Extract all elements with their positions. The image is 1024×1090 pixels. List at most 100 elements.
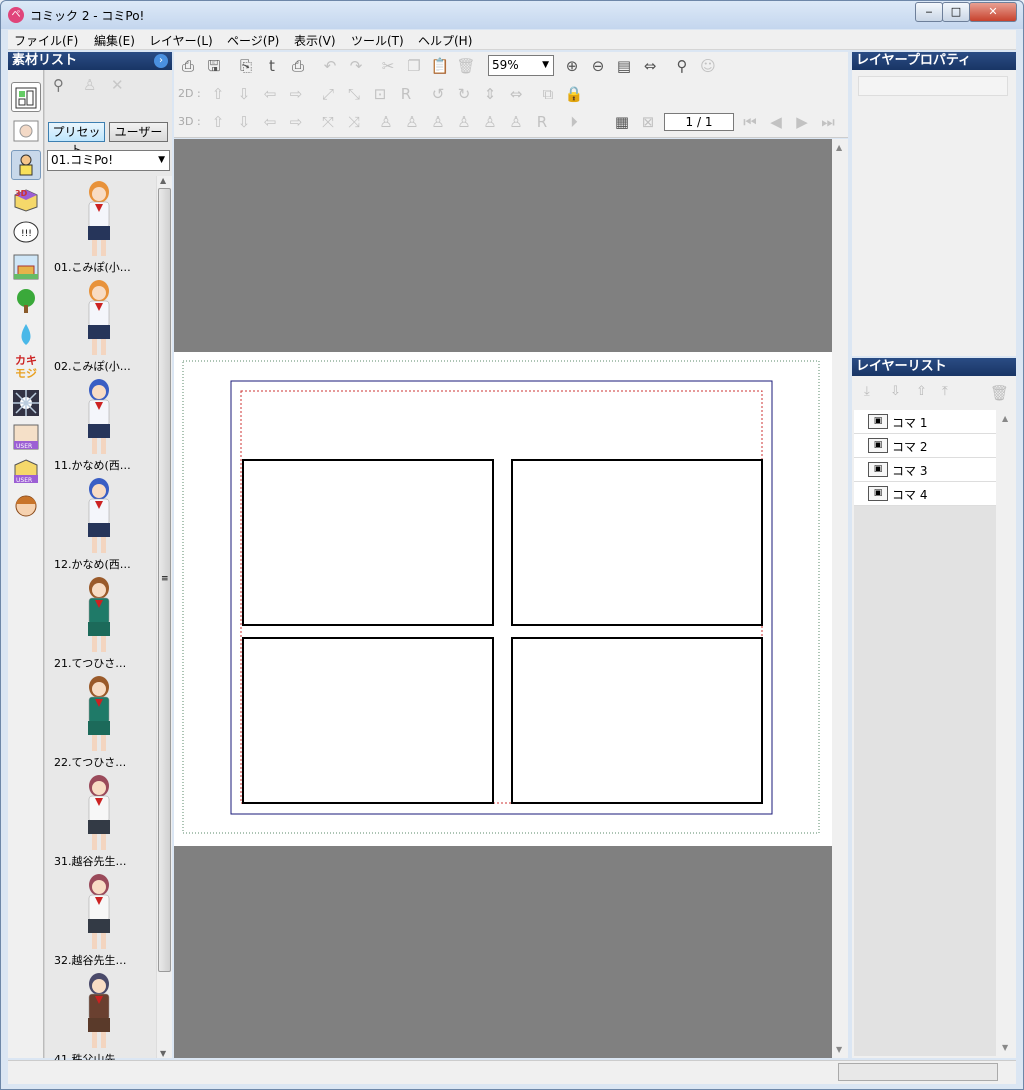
- material-list-scrollbar[interactable]: ▲ ≡ ▼: [156, 176, 172, 1058]
- speech-balloon-icon[interactable]: !!!: [11, 218, 41, 248]
- fit-width-icon[interactable]: ⇔: [640, 56, 660, 76]
- trash-icon[interactable]: 🗑: [456, 56, 476, 76]
- layer-delete-icon[interactable]: 🗑: [990, 384, 1009, 402]
- character-icon[interactable]: [11, 150, 41, 180]
- page-indicator[interactable]: 1 / 1: [664, 113, 734, 131]
- canvas-scrollbar[interactable]: ▲ ▼: [832, 139, 848, 1058]
- reset-3d-icon[interactable]: R: [532, 112, 552, 132]
- pose-1-icon[interactable]: ♙: [376, 112, 396, 132]
- user-3d-icon[interactable]: USER: [11, 456, 41, 486]
- rotate-right-icon[interactable]: ↻: [454, 84, 474, 104]
- next-page-icon[interactable]: ▶: [792, 112, 812, 132]
- add-page-icon[interactable]: ▦: [612, 112, 632, 132]
- copy-icon[interactable]: ❐: [404, 56, 424, 76]
- preset-button[interactable]: プリセット: [48, 122, 105, 157]
- layer-item-1[interactable]: ▣ コマ 1: [854, 410, 996, 434]
- layer-item-4[interactable]: ▣ コマ 4: [854, 482, 996, 506]
- layer-down-icon[interactable]: ⇩: [890, 384, 901, 399]
- layer-item-3[interactable]: ▣ コマ 3: [854, 458, 996, 482]
- tilt-down-icon[interactable]: ⇩: [234, 112, 254, 132]
- pose-6-icon[interactable]: ♙: [506, 112, 526, 132]
- bring-front-icon[interactable]: ⧉: [538, 84, 558, 104]
- print-icon[interactable]: ⎙: [288, 56, 308, 76]
- last-page-icon[interactable]: ⏭: [818, 112, 838, 132]
- turn-right-icon[interactable]: ⇨: [286, 112, 306, 132]
- fit-page-icon[interactable]: ▤: [614, 56, 634, 76]
- zoom-select[interactable]: 59% ▼: [488, 55, 554, 76]
- menu-tools[interactable]: ツール(T): [351, 32, 404, 49]
- menu-view[interactable]: 表示(V): [294, 32, 336, 49]
- zoom-3d-out-icon[interactable]: ⤨: [344, 112, 364, 132]
- edit-character-icon[interactable]: ♙: [83, 76, 96, 94]
- panel-collapse-icon[interactable]: ›: [154, 54, 168, 68]
- 3d-object-icon[interactable]: 3D: [11, 184, 41, 214]
- open-icon[interactable]: ⎙: [178, 56, 198, 76]
- turn-left-icon[interactable]: ⇦: [260, 112, 280, 132]
- layer-item-2[interactable]: ▣ コマ 2: [854, 434, 996, 458]
- tree-icon[interactable]: [11, 286, 41, 316]
- menu-help[interactable]: ヘルプ(H): [418, 32, 472, 49]
- material-set-select[interactable]: 01.コミPo! ▼: [47, 150, 170, 171]
- flip-horizontal-icon[interactable]: ⇔: [506, 84, 526, 104]
- zoom-out-icon[interactable]: ⊖: [588, 56, 608, 76]
- comic-canvas[interactable]: [174, 139, 832, 1058]
- character-item[interactable]: 41.秩父山先…: [45, 968, 155, 1060]
- menu-file[interactable]: ファイル(F): [14, 32, 78, 49]
- move-down-icon[interactable]: ⇩: [234, 84, 254, 104]
- character-item[interactable]: 01.こみぽ(小…: [45, 176, 155, 275]
- menu-layer[interactable]: レイヤー(L): [149, 32, 213, 49]
- character-item[interactable]: 02.こみぽ(小…: [45, 275, 155, 374]
- move-right-icon[interactable]: ⇨: [286, 84, 306, 104]
- scale-up-icon[interactable]: ⤢: [318, 84, 338, 104]
- redo-icon[interactable]: ↷: [346, 56, 366, 76]
- pose-3-icon[interactable]: ♙: [428, 112, 448, 132]
- layer-up-icon[interactable]: ⇧: [916, 384, 927, 399]
- material-list-scroll-thumb[interactable]: ≡: [158, 188, 171, 972]
- play-icon[interactable]: ⏵: [564, 112, 584, 132]
- scale-down-icon[interactable]: ⤡: [344, 84, 364, 104]
- delete-material-icon[interactable]: ✕: [111, 76, 124, 94]
- delete-page-icon[interactable]: ⊠: [638, 112, 658, 132]
- cut-icon[interactable]: ✂: [378, 56, 398, 76]
- face-tool-icon[interactable]: ☺: [698, 56, 718, 76]
- scenery-icon[interactable]: [11, 252, 41, 282]
- effect-drop-icon[interactable]: [11, 320, 41, 350]
- twitter-icon[interactable]: t: [262, 56, 282, 76]
- property-field[interactable]: [858, 76, 1008, 96]
- user-button[interactable]: ユーザー: [109, 122, 168, 142]
- character-item[interactable]: 11.かなめ(西…: [45, 374, 155, 473]
- tilt-up-icon[interactable]: ⇧: [208, 112, 228, 132]
- close-button[interactable]: ✕: [969, 2, 1017, 22]
- menu-page[interactable]: ページ(P): [227, 32, 279, 49]
- prev-page-icon[interactable]: ◀: [766, 112, 786, 132]
- burst-effect-icon[interactable]: [11, 388, 41, 418]
- paste-icon[interactable]: 📋: [430, 56, 450, 76]
- menu-edit[interactable]: 編集(E): [94, 32, 135, 49]
- character-item[interactable]: 32.越谷先生…: [45, 869, 155, 968]
- pose-4-icon[interactable]: ♙: [454, 112, 474, 132]
- layer-top-icon[interactable]: ⤒: [942, 384, 948, 399]
- minimize-button[interactable]: ‒: [915, 2, 943, 22]
- character-tool-icon[interactable]: ⚲: [672, 56, 692, 76]
- face-icon[interactable]: [11, 490, 41, 520]
- onomatopoeia-icon[interactable]: カキ モジ: [11, 354, 41, 384]
- move-left-icon[interactable]: ⇦: [260, 84, 280, 104]
- lock-icon[interactable]: 🔒: [564, 84, 584, 104]
- fit-frame-icon[interactable]: ⊡: [370, 84, 390, 104]
- pose-5-icon[interactable]: ♙: [480, 112, 500, 132]
- character-item[interactable]: 21.てつひさ…: [45, 572, 155, 671]
- undo-icon[interactable]: ↶: [320, 56, 340, 76]
- character-item[interactable]: 31.越谷先生…: [45, 770, 155, 869]
- export-icon[interactable]: ⎘: [236, 56, 256, 76]
- background-icon[interactable]: [11, 116, 41, 146]
- layer-list-scrollbar[interactable]: ▲ ▼: [998, 410, 1014, 1056]
- rotate-left-icon[interactable]: ↺: [428, 84, 448, 104]
- character-item[interactable]: 22.てつひさ…: [45, 671, 155, 770]
- comic-page[interactable]: [174, 352, 832, 846]
- flip-vertical-icon[interactable]: ⇕: [480, 84, 500, 104]
- character-item[interactable]: 12.かなめ(西…: [45, 473, 155, 572]
- title-bar[interactable]: ペ コミック 2 - コミPo! ‒ □ ✕: [1, 1, 1023, 29]
- first-page-icon[interactable]: ⏮: [740, 112, 760, 132]
- user-image-icon[interactable]: USER: [11, 422, 41, 452]
- add-character-icon[interactable]: ⚲: [53, 76, 64, 94]
